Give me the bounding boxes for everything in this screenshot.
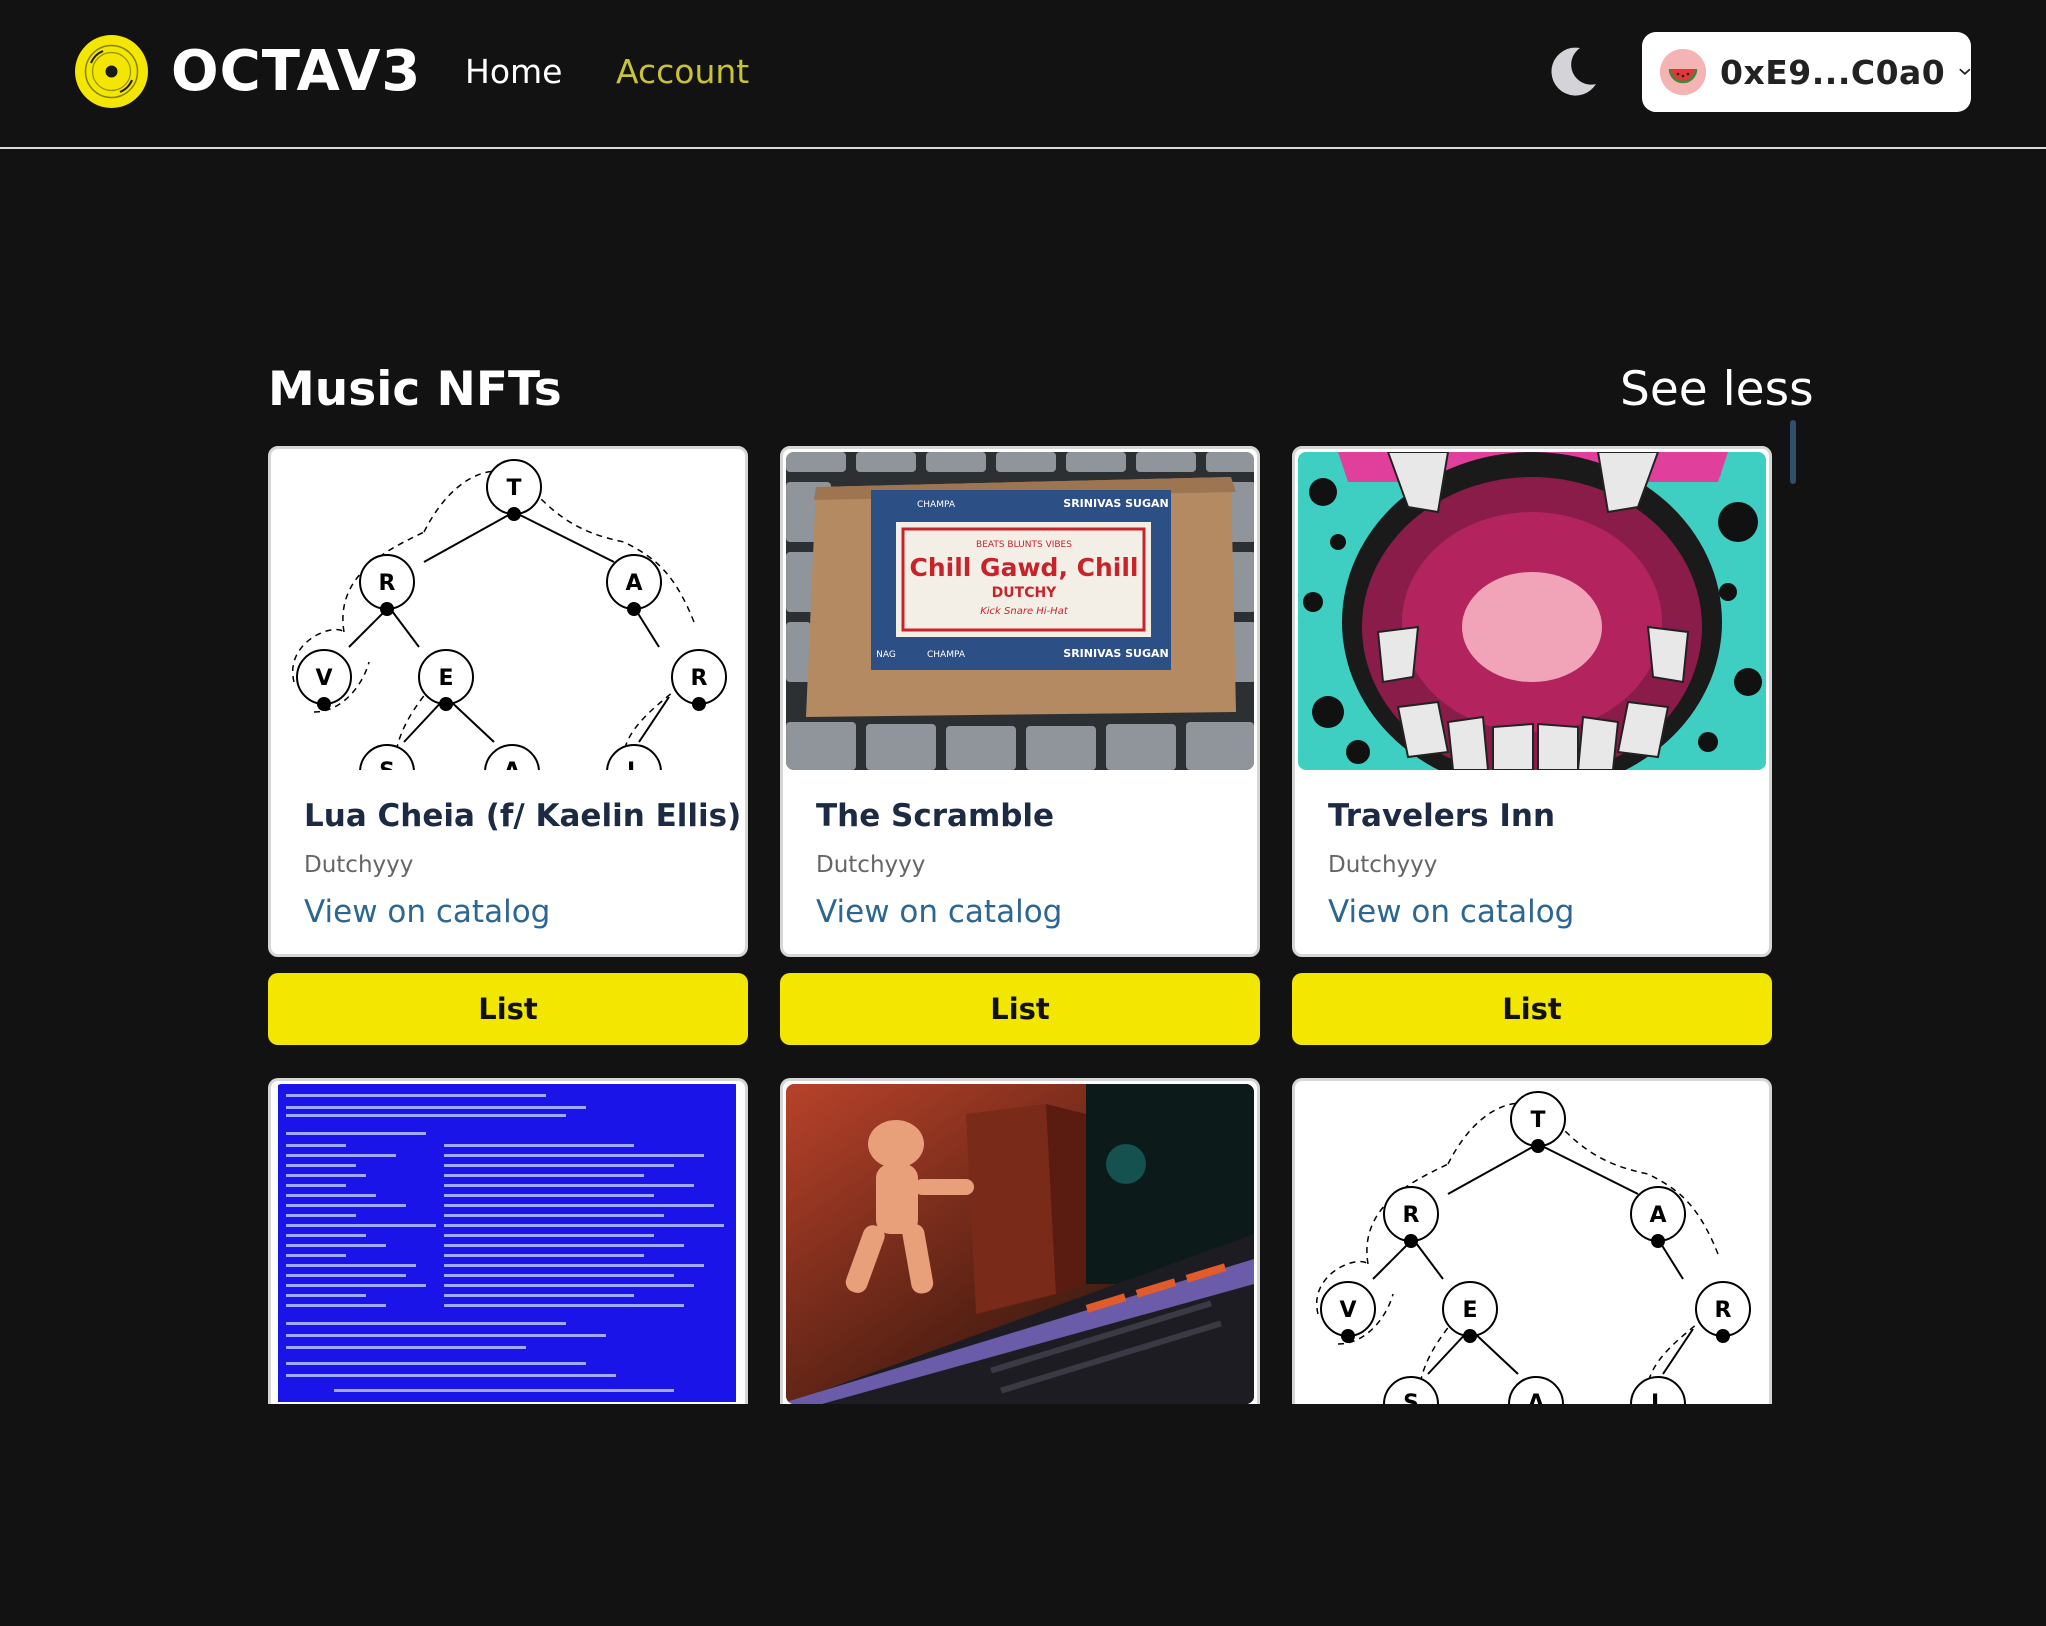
box-sub-text: DUTCHY — [992, 585, 1058, 601]
tree-node-label: A — [1649, 1203, 1666, 1228]
tree-node-label: A — [625, 571, 642, 596]
tree-node-label: S — [1403, 1391, 1419, 1404]
wallet-address: 0xE9...C0a0 — [1720, 52, 1946, 92]
list-button[interactable]: List — [268, 973, 748, 1045]
open-mouth-image — [1298, 452, 1766, 770]
tree-node-label: T — [506, 476, 521, 501]
tree-node-label: A — [1527, 1391, 1544, 1404]
nft-card: T R A V E R S A L — [1292, 1078, 1772, 1404]
nft-artist: Dutchyyy — [304, 852, 414, 878]
logo-disc-icon[interactable] — [75, 35, 148, 108]
scrollbar-thumb[interactable] — [1790, 420, 1796, 484]
box-top-text: BEATS BLUNTS VIBES — [976, 540, 1072, 550]
nft-title: Lua Cheia (f/ Kaelin Ellis) — [304, 798, 742, 834]
box-nag-text: NAG — [876, 650, 896, 660]
tree-node-label: R — [1403, 1203, 1420, 1228]
astronaut-image — [786, 1084, 1254, 1404]
list-button[interactable]: List — [780, 973, 1260, 1045]
nft-artwork-blue-screen[interactable] — [274, 1084, 742, 1404]
tree-node-label: E — [438, 666, 453, 691]
tree-node-label: A — [503, 759, 520, 770]
tree-node-label: T — [1530, 1108, 1545, 1133]
box-champa-text: CHAMPA — [917, 500, 956, 510]
tree-node-label: L — [627, 759, 641, 770]
tree-node-label: L — [1651, 1391, 1665, 1404]
wallet-button[interactable]: 0xE9...C0a0 — [1642, 32, 1971, 112]
nft-card — [780, 1078, 1260, 1404]
tree-node-label: R — [691, 666, 708, 691]
list-button[interactable]: List — [1292, 973, 1772, 1045]
tree-node-label: S — [379, 759, 395, 770]
see-less-link[interactable]: See less — [1620, 358, 1814, 422]
tree-node-label: R — [379, 571, 396, 596]
nft-title: The Scramble — [816, 798, 1055, 834]
box-small-text: Kick Snare Hi-Hat — [980, 606, 1069, 617]
nav-account-link[interactable]: Account — [616, 48, 749, 96]
nft-artist: Dutchyyy — [1328, 852, 1438, 878]
section-title: Music NFTs — [268, 362, 562, 417]
nft-artwork-tree[interactable]: T R A V E R S A L — [1298, 1084, 1766, 1404]
nft-artist: Dutchyyy — [816, 852, 926, 878]
box-brand-text: SRINIVAS SUGAN — [1063, 647, 1168, 660]
nft-card — [268, 1078, 748, 1404]
nft-card: Travelers Inn Dutchyyy View on catalog — [1292, 446, 1772, 957]
tree-node-label: V — [1339, 1298, 1356, 1323]
incense-box-image: BEATS BLUNTS VIBES Chill Gawd, Chill DUT… — [786, 452, 1254, 770]
box-champa-text: CHAMPA — [927, 650, 966, 660]
tree-diagram-image: T R A V E R S A L — [274, 452, 742, 770]
view-on-catalog-link[interactable]: View on catalog — [1328, 890, 1574, 934]
nft-artwork-tree[interactable]: T R A V E R S A L — [274, 452, 742, 770]
brand-name[interactable]: OCTAV3 — [171, 36, 421, 108]
box-brand-text: SRINIVAS SUGAN — [1063, 497, 1168, 510]
top-navigation-bar: OCTAV3 Home Account 0xE9...C0a0 — [0, 0, 2046, 149]
nft-artwork-astronaut[interactable] — [786, 1084, 1254, 1404]
tree-diagram-image: T R A V E R S A L — [1298, 1084, 1766, 1404]
blue-screen-image — [274, 1084, 742, 1404]
nft-card: BEATS BLUNTS VIBES Chill Gawd, Chill DUT… — [780, 446, 1260, 957]
nft-card: T R A V E R S A L Lua Cheia (f/ Kaelin E… — [268, 446, 748, 957]
tree-node-label: E — [1462, 1298, 1477, 1323]
dark-mode-moon-icon[interactable] — [1544, 44, 1600, 100]
nft-title: Travelers Inn — [1328, 798, 1556, 834]
tree-node-label: V — [315, 666, 332, 691]
view-on-catalog-link[interactable]: View on catalog — [304, 890, 550, 934]
chevron-down-icon — [1959, 68, 1971, 76]
tree-node-label: R — [1715, 1298, 1732, 1323]
nft-artwork-incense-box[interactable]: BEATS BLUNTS VIBES Chill Gawd, Chill DUT… — [786, 452, 1254, 770]
box-main-text: Chill Gawd, Chill — [910, 553, 1139, 582]
nav-home-link[interactable]: Home — [465, 48, 562, 96]
watermelon-avatar-icon — [1660, 49, 1706, 95]
nft-artwork-open-mouth[interactable] — [1298, 452, 1766, 770]
view-on-catalog-link[interactable]: View on catalog — [816, 890, 1062, 934]
